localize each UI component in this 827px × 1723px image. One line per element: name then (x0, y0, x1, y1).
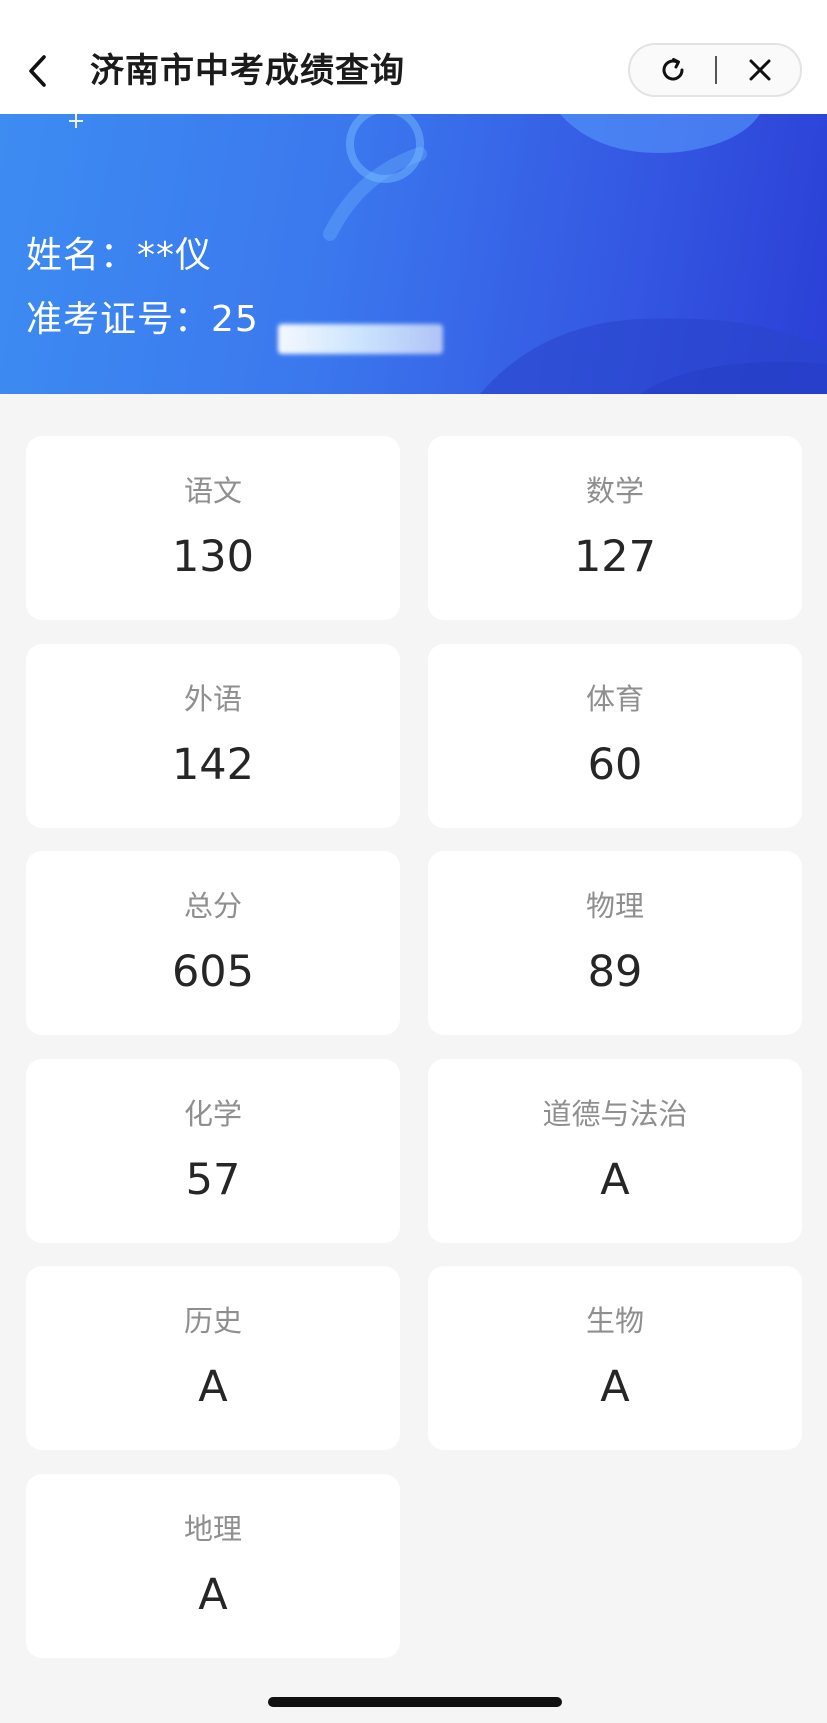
redaction-mask (278, 324, 443, 354)
ticket-value: 25 (211, 299, 259, 340)
score-card: 总分 605 (26, 851, 400, 1035)
score-value: 60 (587, 740, 643, 790)
score-card: 语文 130 (26, 436, 400, 620)
nav-bar: 济南市中考成绩查询 (0, 0, 827, 114)
score-value: 130 (171, 532, 255, 582)
close-icon (749, 59, 771, 81)
subject-label: 物理 (585, 889, 644, 923)
subject-label: 化学 (183, 1097, 242, 1131)
admission-ticket: 准考证号：25 (26, 290, 259, 342)
refresh-icon (662, 58, 684, 81)
score-value: 89 (587, 947, 643, 997)
score-card: 体育 60 (428, 644, 802, 828)
score-value: 57 (185, 1155, 241, 1205)
score-value: A (600, 1155, 630, 1205)
subject-label: 语文 (183, 474, 242, 508)
subject-label: 生物 (585, 1304, 644, 1338)
score-card: 历史 A (26, 1266, 400, 1450)
name-value: **仪 (137, 235, 213, 276)
score-value: A (198, 1362, 228, 1412)
refresh-button[interactable] (635, 45, 711, 95)
score-card: 数学 127 (428, 436, 802, 620)
score-card: 物理 89 (428, 851, 802, 1035)
close-button[interactable] (722, 45, 798, 95)
menu-capsule (628, 43, 802, 97)
score-card: 化学 57 (26, 1059, 400, 1243)
score-card: 外语 142 (26, 644, 400, 828)
student-name: 姓名：**仪 (26, 226, 212, 278)
back-button[interactable] (20, 48, 56, 94)
score-value: A (600, 1362, 630, 1412)
home-indicator (268, 1697, 562, 1707)
score-value: 127 (573, 532, 657, 582)
name-label: 姓名： (26, 235, 138, 276)
chevron-left-icon (29, 55, 46, 87)
subject-label: 历史 (183, 1304, 242, 1338)
page-title: 济南市中考成绩查询 (90, 51, 405, 91)
score-value: 605 (171, 947, 255, 997)
subject-label: 地理 (183, 1512, 242, 1546)
ticket-label: 准考证号： (26, 299, 212, 340)
subject-label: 总分 (183, 889, 242, 923)
subject-label: 体育 (585, 682, 644, 716)
score-value: 142 (171, 740, 255, 790)
subject-label: 外语 (183, 682, 242, 716)
score-card: 地理 A (26, 1474, 400, 1658)
score-value: A (198, 1570, 228, 1620)
subject-label: 道德与法治 (542, 1097, 688, 1131)
student-info-banner: 姓名：**仪 准考证号：25 (0, 114, 827, 394)
score-card: 生物 A (428, 1266, 802, 1450)
subject-label: 数学 (585, 474, 644, 508)
score-card: 道德与法治 A (428, 1059, 802, 1243)
capsule-divider (715, 56, 717, 84)
